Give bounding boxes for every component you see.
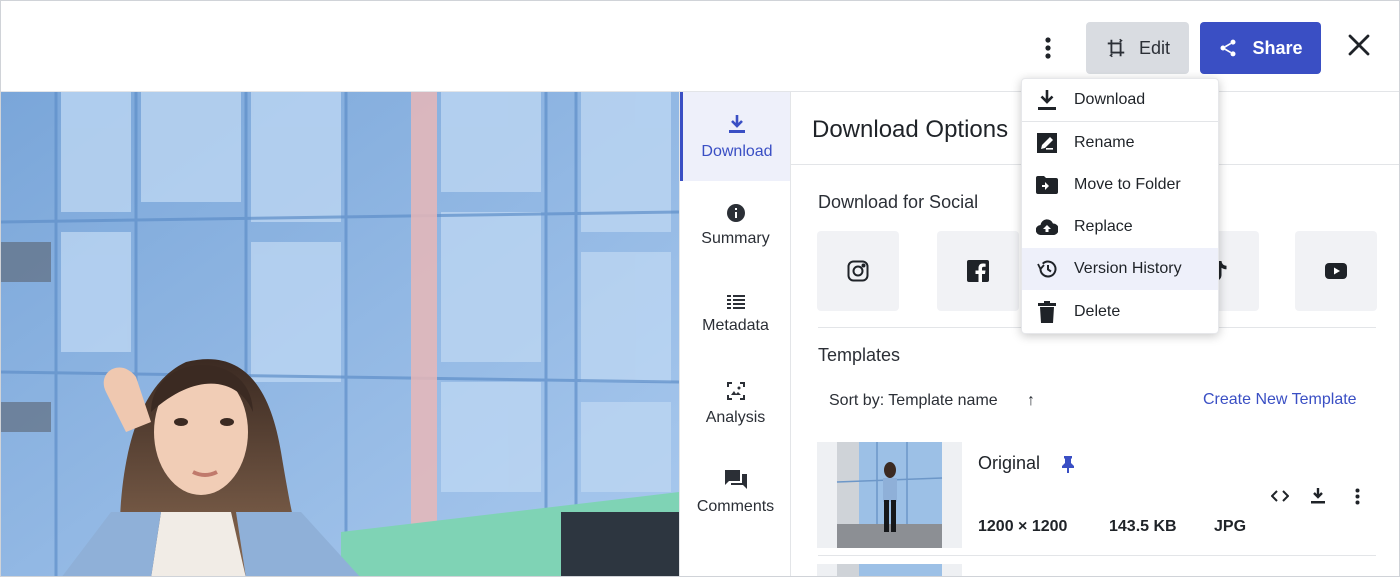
- template-format: JPG: [1214, 518, 1247, 535]
- nav-comments[interactable]: Comments: [680, 448, 791, 537]
- menu-item-label: Delete: [1074, 303, 1121, 320]
- nav-summary-label: Summary: [701, 229, 770, 247]
- template-name: Original: [978, 453, 1041, 473]
- kebab-icon: [1045, 37, 1051, 59]
- comments-icon: [724, 469, 747, 489]
- asset-viewer: Edit Share Download Summary Metadata Ana…: [0, 0, 1400, 577]
- more-options-menu: Download Rename Move to Folder Replace V…: [1021, 78, 1219, 334]
- template-dimensions: 1200 × 1200: [978, 518, 1068, 535]
- download-icon: [729, 114, 745, 133]
- youtube-download-button[interactable]: [1295, 231, 1377, 311]
- download-icon: [1311, 488, 1325, 504]
- template-download-button[interactable]: [1306, 484, 1330, 508]
- kebab-icon: [1355, 488, 1359, 504]
- image-analysis-icon: [726, 381, 745, 400]
- edit-button[interactable]: Edit: [1086, 22, 1189, 74]
- template-more-button[interactable]: [1345, 484, 1369, 508]
- menu-item-move-to-folder[interactable]: Move to Folder: [1022, 164, 1218, 206]
- menu-item-label: Download: [1074, 91, 1146, 108]
- template-row-divider: [818, 555, 1376, 556]
- edit-button-label: Edit: [1138, 37, 1171, 58]
- info-icon: [726, 203, 745, 222]
- instagram-download-button[interactable]: [817, 231, 899, 311]
- menu-item-label: Replace: [1074, 218, 1133, 235]
- nav-comments-label: Comments: [696, 497, 775, 515]
- panel-title: Download Options: [812, 116, 1009, 143]
- share-icon: [1220, 39, 1236, 57]
- nav-download-label: Download: [701, 142, 773, 160]
- menu-item-label: Version History: [1074, 260, 1182, 277]
- close-icon: [1348, 34, 1370, 56]
- nav-metadata[interactable]: Metadata: [680, 270, 791, 359]
- list-icon: [726, 294, 745, 309]
- download-icon: [1036, 89, 1058, 111]
- templates-section-title: Templates: [818, 345, 901, 365]
- cloud-upload-icon: [1036, 216, 1058, 238]
- nav-download[interactable]: Download: [680, 92, 791, 181]
- social-section-title: Download for Social: [818, 192, 979, 212]
- instagram-icon: [847, 260, 869, 282]
- pin-icon[interactable]: [1061, 455, 1075, 478]
- nav-analysis-label: Analysis: [705, 408, 766, 426]
- asset-preview-image: [1, 92, 679, 576]
- menu-item-replace[interactable]: Replace: [1022, 206, 1218, 248]
- sort-dropdown[interactable]: Sort by: Template name: [829, 392, 998, 410]
- close-button[interactable]: [1341, 27, 1377, 63]
- menu-item-download[interactable]: Download: [1022, 79, 1218, 121]
- facebook-download-button[interactable]: [937, 231, 1019, 311]
- youtube-icon: [1325, 263, 1347, 279]
- embed-code-button[interactable]: [1268, 484, 1292, 508]
- more-options-button[interactable]: [1031, 31, 1065, 65]
- template-thumbnail: [817, 564, 962, 576]
- create-template-link[interactable]: Create New Template: [1203, 391, 1357, 409]
- nav-analysis[interactable]: Analysis: [680, 359, 791, 448]
- facebook-icon: [967, 260, 989, 282]
- crop-rotate-icon: [1107, 38, 1125, 58]
- template-file-size: 143.5 KB: [1109, 518, 1177, 535]
- share-button[interactable]: Share: [1200, 22, 1321, 74]
- trash-icon: [1036, 301, 1058, 323]
- rename-icon: [1036, 132, 1058, 154]
- nav-metadata-label: Metadata: [702, 316, 769, 334]
- nav-summary[interactable]: Summary: [680, 181, 791, 270]
- menu-item-version-history[interactable]: Version History: [1022, 248, 1218, 290]
- menu-item-label: Rename: [1074, 134, 1135, 151]
- menu-item-delete[interactable]: Delete: [1022, 291, 1218, 333]
- side-nav: Download Summary Metadata Analysis Comme…: [679, 92, 791, 576]
- code-icon: [1271, 490, 1289, 502]
- sort-direction-toggle[interactable]: ↑: [1027, 392, 1035, 410]
- history-icon: [1036, 258, 1058, 280]
- move-folder-icon: [1036, 174, 1058, 196]
- share-button-label: Share: [1252, 37, 1303, 58]
- menu-item-rename[interactable]: Rename: [1022, 122, 1218, 164]
- menu-item-label: Move to Folder: [1074, 176, 1181, 193]
- template-thumbnail: [817, 442, 962, 548]
